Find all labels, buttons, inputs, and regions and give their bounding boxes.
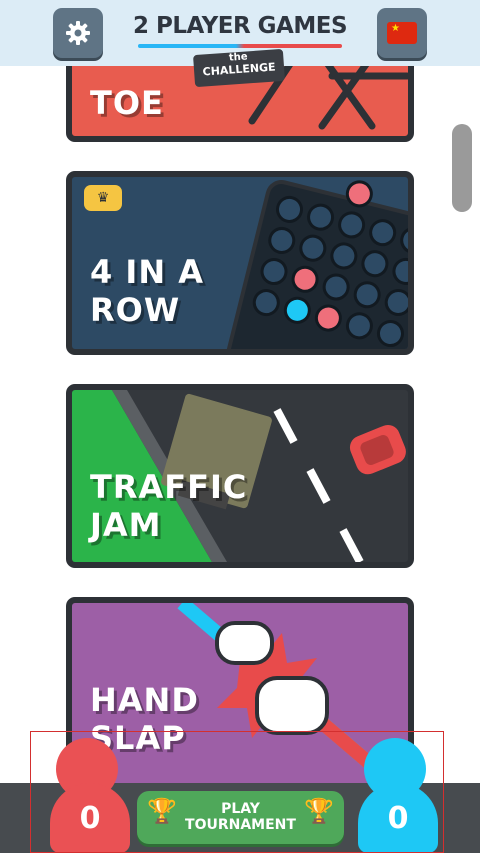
red-player: 0 [44,738,134,853]
game-title: TRAFFIC JAM [90,468,248,544]
scrollbar[interactable] [452,124,472,212]
blue-player-score: 0 [358,783,438,853]
game-title: 4 IN A ROW [90,253,204,329]
game-card-4-in-a-row[interactable]: ♛ 4 IN A ROW [66,171,414,355]
logo-underline [138,44,342,48]
red-player-score: 0 [50,783,130,853]
play-tournament-button[interactable]: 🏆 PLAY TOURNAMENT 🏆 [137,791,344,844]
game-title: TOE [90,84,164,122]
gear-icon [66,21,90,45]
game-card-traffic-jam[interactable]: TRAFFIC JAM [66,384,414,568]
settings-button[interactable] [53,8,103,58]
app-logo: 2 PLAYER GAMES [130,12,350,54]
challenge-tag: the CHALLENGE [192,48,286,88]
language-button[interactable]: ★ [377,8,427,58]
tournament-label: PLAY TOURNAMENT [185,801,296,833]
trophy-icon: 🏆 [304,797,334,825]
china-flag-icon: ★ [387,22,417,44]
crown-icon: ♛ [84,185,122,211]
blue-player: 0 [352,738,442,853]
logo-text: 2 PLAYER GAMES [132,13,348,39]
